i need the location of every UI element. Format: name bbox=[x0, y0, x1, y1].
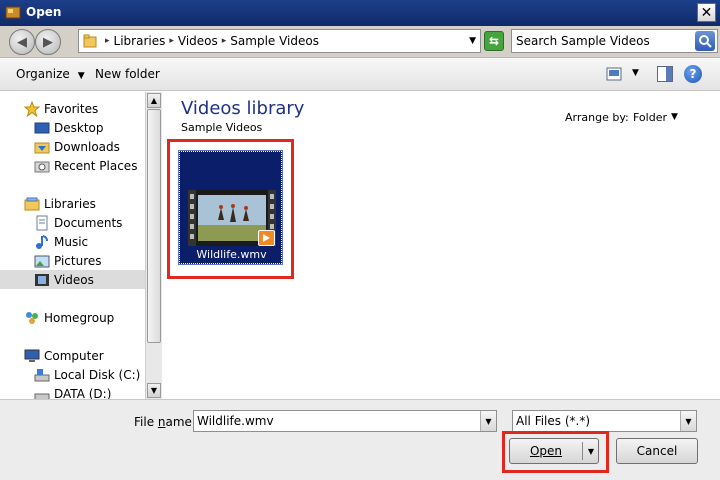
computer-icon bbox=[24, 349, 40, 362]
desktop-icon bbox=[34, 122, 50, 133]
file-type-select[interactable]: All Files (*.*) ▼ bbox=[512, 410, 697, 432]
dialog-footer: File name: ▼ All Files (*.*) ▼ Open ▼ Ca… bbox=[0, 399, 720, 480]
preview-pane-icon[interactable] bbox=[657, 66, 673, 82]
recent-places-icon bbox=[34, 161, 50, 172]
forward-arrow-icon: ▶ bbox=[43, 34, 53, 50]
libraries-icon bbox=[24, 197, 40, 210]
nav-libraries[interactable]: Libraries bbox=[0, 194, 145, 213]
back-arrow-icon: ◀ bbox=[17, 34, 27, 50]
refresh-button[interactable]: ⇆ bbox=[484, 31, 504, 51]
app-icon bbox=[5, 6, 21, 19]
disk-icon bbox=[34, 393, 50, 399]
search-icon[interactable] bbox=[695, 31, 715, 51]
library-title: Videos library bbox=[181, 98, 305, 119]
chevron-down-icon[interactable]: ▼ bbox=[680, 411, 696, 431]
address-dropdown-icon[interactable]: ▼ bbox=[469, 36, 476, 46]
new-folder-button[interactable]: New folder bbox=[95, 67, 160, 81]
nav-downloads[interactable]: Downloads bbox=[0, 137, 145, 156]
forward-button[interactable]: ▶ bbox=[35, 29, 61, 55]
refresh-icon: ⇆ bbox=[488, 34, 500, 48]
address-bar[interactable]: ▸ Libraries ▸ Videos ▸ Sample Videos ▼ bbox=[78, 29, 481, 53]
pictures-icon bbox=[34, 255, 50, 267]
help-icon[interactable]: ? bbox=[684, 65, 702, 83]
view-dropdown-icon[interactable]: ▼ bbox=[632, 68, 639, 78]
crumb-videos[interactable]: Videos bbox=[178, 34, 218, 48]
nav-recent-places[interactable]: Recent Places bbox=[0, 156, 145, 175]
close-icon: ✕ bbox=[700, 4, 713, 21]
crumb-sample-videos[interactable]: Sample Videos bbox=[230, 34, 319, 48]
chevron-down-icon[interactable]: ▼ bbox=[671, 112, 678, 122]
library-subtitle: Sample Videos bbox=[181, 121, 263, 134]
highlight-box-open bbox=[502, 431, 609, 473]
back-button[interactable]: ◀ bbox=[9, 29, 35, 55]
nav-favorites[interactable]: Favorites bbox=[0, 99, 145, 118]
nav-documents[interactable]: Documents bbox=[0, 213, 145, 232]
music-icon bbox=[36, 234, 48, 249]
organize-button[interactable]: Organize ▼ bbox=[16, 67, 85, 81]
chevron-down-icon: ▼ bbox=[77, 71, 85, 81]
nav-scrollbar[interactable]: ▲ ▼ bbox=[145, 92, 162, 399]
view-icon[interactable] bbox=[606, 67, 622, 81]
disk-icon bbox=[34, 368, 50, 381]
nav-local-disk[interactable]: Local Disk (C:) bbox=[0, 365, 145, 384]
scroll-up-icon[interactable]: ▲ bbox=[147, 93, 161, 108]
organize-label: Organize bbox=[16, 67, 70, 81]
chevron-down-icon[interactable]: ▼ bbox=[480, 411, 496, 431]
nav-data-drive[interactable]: DATA (D:) bbox=[0, 384, 145, 399]
crumb-libraries[interactable]: Libraries bbox=[114, 34, 166, 48]
arrange-by-dropdown[interactable]: Folder bbox=[633, 111, 667, 124]
folder-icon bbox=[83, 34, 97, 48]
title-bar: Open ✕ bbox=[0, 0, 720, 26]
magnifier-icon bbox=[699, 35, 712, 48]
nav-homegroup[interactable]: Homegroup bbox=[0, 308, 145, 327]
search-box[interactable] bbox=[511, 29, 718, 53]
crumb-separator: ▸ bbox=[105, 36, 110, 46]
close-button[interactable]: ✕ bbox=[697, 3, 716, 22]
address-row: ◀ ▶ ▸ Libraries ▸ Videos ▸ Sample Videos… bbox=[0, 26, 720, 58]
nav-computer[interactable]: Computer bbox=[0, 346, 145, 365]
command-toolbar: Organize ▼ New folder ▼ ? bbox=[0, 59, 720, 91]
nav-videos[interactable]: Videos bbox=[0, 270, 145, 289]
videos-icon bbox=[35, 273, 49, 286]
scroll-thumb[interactable] bbox=[147, 109, 161, 343]
nav-desktop[interactable]: Desktop bbox=[0, 118, 145, 137]
star-icon bbox=[24, 100, 40, 117]
file-type-value: All Files (*.*) bbox=[516, 414, 591, 428]
search-input[interactable] bbox=[516, 33, 688, 49]
arrange-by-label: Arrange by: bbox=[565, 111, 629, 124]
downloads-icon bbox=[34, 142, 50, 153]
scroll-down-icon[interactable]: ▼ bbox=[147, 383, 161, 398]
documents-icon bbox=[36, 215, 48, 230]
highlight-box-file bbox=[167, 139, 294, 279]
file-name-label: File name: bbox=[134, 415, 196, 429]
file-name-input[interactable] bbox=[197, 413, 467, 429]
homegroup-icon bbox=[26, 311, 38, 324]
crumb-separator[interactable]: ▸ bbox=[222, 36, 227, 46]
navigation-pane: Favorites Desktop Downloads Recent Place… bbox=[0, 92, 145, 399]
cancel-button[interactable]: Cancel bbox=[616, 438, 698, 464]
nav-pictures[interactable]: Pictures bbox=[0, 251, 145, 270]
nav-music[interactable]: Music bbox=[0, 232, 145, 251]
file-name-combobox[interactable]: ▼ bbox=[193, 410, 497, 432]
crumb-separator[interactable]: ▸ bbox=[169, 36, 174, 46]
window-title: Open bbox=[26, 5, 62, 19]
